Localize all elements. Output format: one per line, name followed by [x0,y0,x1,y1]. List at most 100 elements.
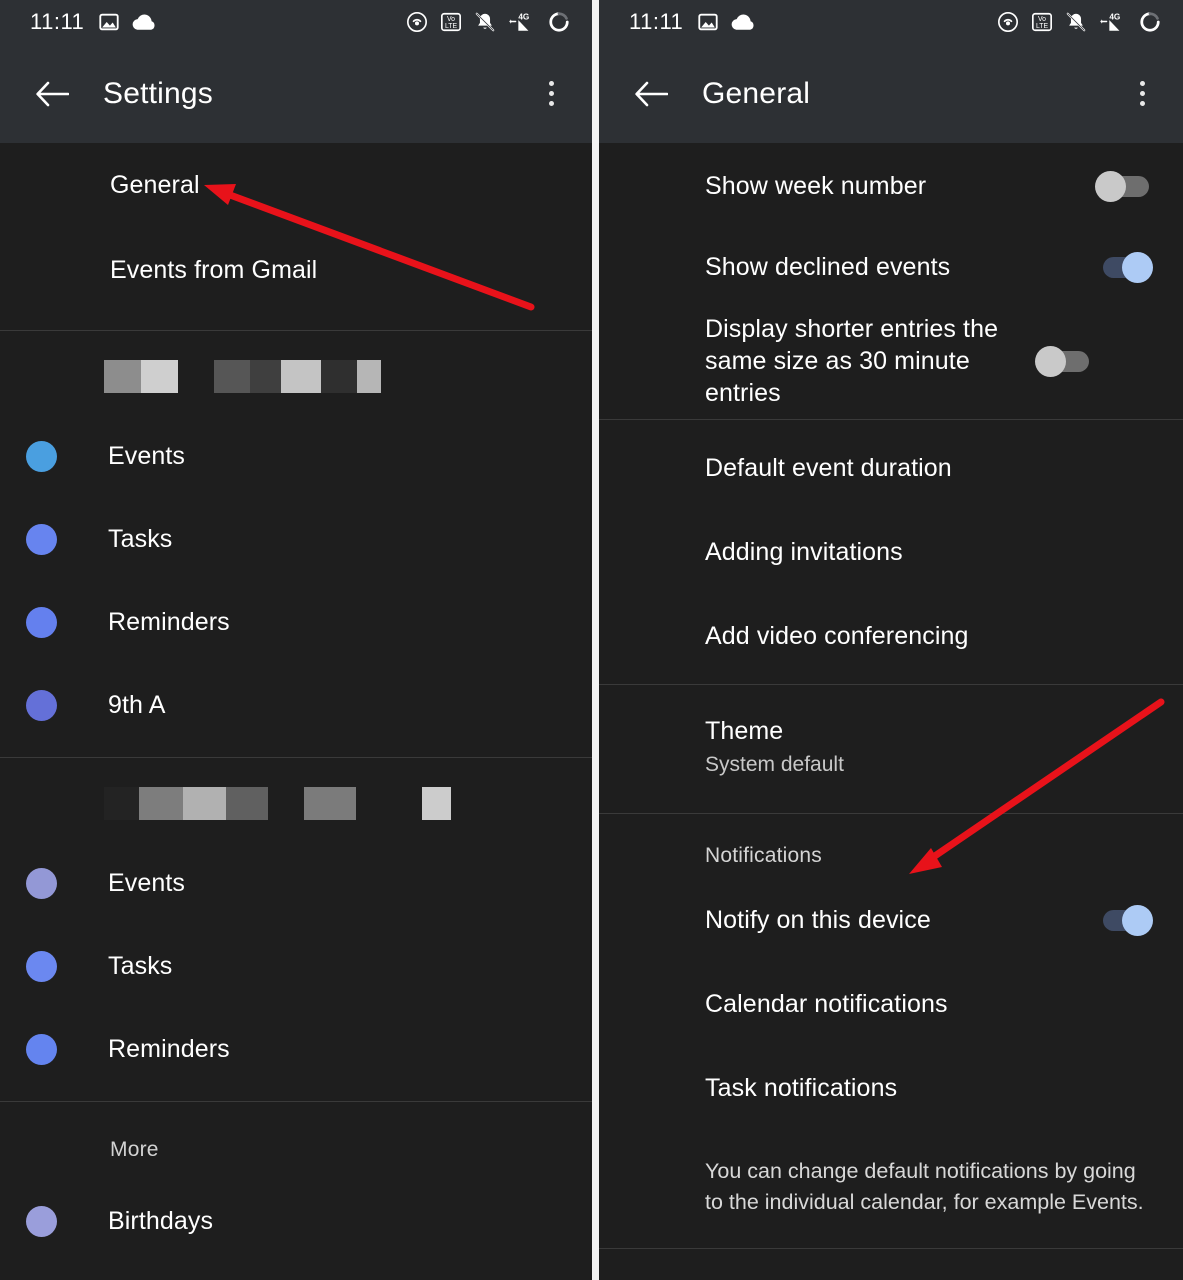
calendar-label: 9th A [108,691,166,719]
page-title: Settings [103,76,213,110]
setting-label: Task notifications [705,1074,898,1102]
section-notifications: Notifications Notify on this device Cale… [599,814,1183,1248]
loading-circle-icon [549,12,569,32]
redacted-account-email-2 [0,786,592,820]
status-left-icon-group [98,11,156,33]
general-settings-screen: 11:11 Vo LTE 4G General Show week number… [599,0,1183,1280]
svg-text:4G: 4G [1109,12,1120,21]
more-section: More Birthdays Holidays [0,1102,592,1280]
toggle-notify-on-this-device[interactable] [1095,903,1153,937]
back-arrow-icon[interactable] [32,74,72,114]
calendar-row-9th-a[interactable]: 9th A [0,664,592,747]
cloud-icon [731,14,754,30]
calendar-color-dot [26,524,57,555]
setting-row-quick-responses[interactable]: Quick responses [599,1263,1183,1280]
calendar-label: Events [108,442,186,470]
setting-label: Show week number [705,172,927,200]
setting-row-adding-invitations[interactable]: Adding invitations [599,510,1183,594]
setting-label: Notify on this device [705,906,931,934]
setting-value: System default [705,752,844,776]
mobile-data-4g-icon: 4G [1100,12,1120,31]
calendar-label: Tasks [108,952,173,980]
theme-text-group: Theme System default [705,715,1153,780]
calendar-row-reminders[interactable]: Reminders [0,581,592,664]
setting-label: Calendar notifications [705,990,948,1018]
calendar-color-dot [26,951,57,982]
loading-circle-icon [1140,12,1160,32]
calendar-color-dot [26,690,57,721]
account-group-1: Events Tasks Reminders 9th A [0,331,592,747]
volte-icon: VoLTE [1032,12,1052,32]
dual-screenshot-composite: 11:11 Vo LTE 4G Settings General Events … [0,0,1183,1280]
setting-label: Show declined events [705,253,951,281]
setting-row-default-event-duration[interactable]: Default event duration [599,426,1183,510]
calendar-label: Reminders [108,608,230,636]
setting-row-calendar-notifications[interactable]: Calendar notifications [599,962,1183,1046]
calendar-label: Birthdays [108,1207,214,1235]
cast-icon [998,12,1018,32]
setting-label: Add video conferencing [705,622,969,650]
calendar-color-dot [26,868,57,899]
setting-row-show-declined-events[interactable]: Show declined events [599,225,1183,309]
setting-label: Display shorter entries the same size as… [705,315,999,407]
mobile-data-4g-icon: 4G [509,12,529,31]
overflow-menu-icon[interactable] [1125,74,1159,114]
notifications-muted-icon [1066,12,1086,32]
setting-row-show-week-number[interactable]: Show week number [599,147,1183,225]
cloud-icon [132,14,155,30]
setting-label: Adding invitations [705,538,903,566]
svg-text:4G: 4G [518,12,529,21]
volte-icon: VoLTE [441,12,461,32]
image-icon [698,13,718,31]
calendar-row-reminders[interactable]: Reminders [0,1008,592,1091]
overflow-menu-icon[interactable] [534,74,568,114]
sidebar-item-general[interactable]: General [0,143,592,227]
page-title: General [702,76,811,110]
calendar-row-tasks[interactable]: Tasks [0,498,592,581]
toggle-display-shorter-entries[interactable] [1035,344,1093,378]
section-display-options: Show week number Show declined events Di… [599,143,1183,413]
notifications-muted-icon [475,12,495,32]
calendar-label: Tasks [108,525,173,553]
calendar-color-dot [26,607,57,638]
setting-row-display-shorter-entries[interactable]: Display shorter entries the same size as… [599,309,1183,413]
calendar-color-dot [26,441,57,472]
svg-text:Vo: Vo [447,16,455,23]
status-bar-left: 11:11 Vo LTE 4G [0,0,592,44]
general-settings-list: Show week number Show declined events Di… [599,143,1183,1280]
image-icon [99,13,119,31]
calendar-row-events[interactable]: Events [0,415,592,498]
app-bar-settings: Settings [0,44,592,143]
notifications-section-heading: Notifications [705,844,822,867]
toggle-show-declined-events[interactable] [1095,250,1153,284]
sidebar-item-events-from-gmail[interactable]: Events from Gmail [0,228,592,312]
calendar-row-holidays[interactable]: Holidays [0,1263,592,1280]
setting-row-theme[interactable]: Theme System default [599,695,1183,799]
status-clock: 11:11 [30,9,85,34]
setting-row-notify-on-this-device[interactable]: Notify on this device [599,878,1183,962]
status-right-icon-group: Vo LTE 4G [997,11,1161,33]
section-theme: Theme System default [599,685,1183,799]
setting-row-add-video-conferencing[interactable]: Add video conferencing [599,594,1183,678]
back-arrow-icon[interactable] [631,74,671,114]
setting-label: Theme [705,716,784,745]
account-group-2: Events Tasks Reminders [0,758,592,1091]
calendar-color-dot [26,1206,57,1237]
notifications-help-text: You can change default notifications by … [705,1159,1144,1214]
section-event-options: Default event duration Adding invitation… [599,420,1183,678]
setting-row-task-notifications[interactable]: Task notifications [599,1046,1183,1130]
calendar-row-tasks[interactable]: Tasks [0,925,592,1008]
calendar-label: Reminders [108,1035,230,1063]
settings-list: General Events from Gmail Events Tasks R… [0,143,592,1280]
redacted-account-email-1 [0,359,592,393]
status-left-icon-group [697,11,755,33]
svg-text:LTE: LTE [1036,23,1048,30]
calendar-row-events[interactable]: Events [0,842,592,925]
toggle-show-week-number[interactable] [1095,169,1153,203]
section-quick-responses: Quick responses [599,1249,1183,1280]
svg-text:LTE: LTE [445,23,457,30]
settings-screen: 11:11 Vo LTE 4G Settings General Events … [0,0,592,1280]
app-bar-general: General [599,44,1183,143]
calendar-label: Events [108,869,186,897]
calendar-row-birthdays[interactable]: Birthdays [0,1180,592,1263]
